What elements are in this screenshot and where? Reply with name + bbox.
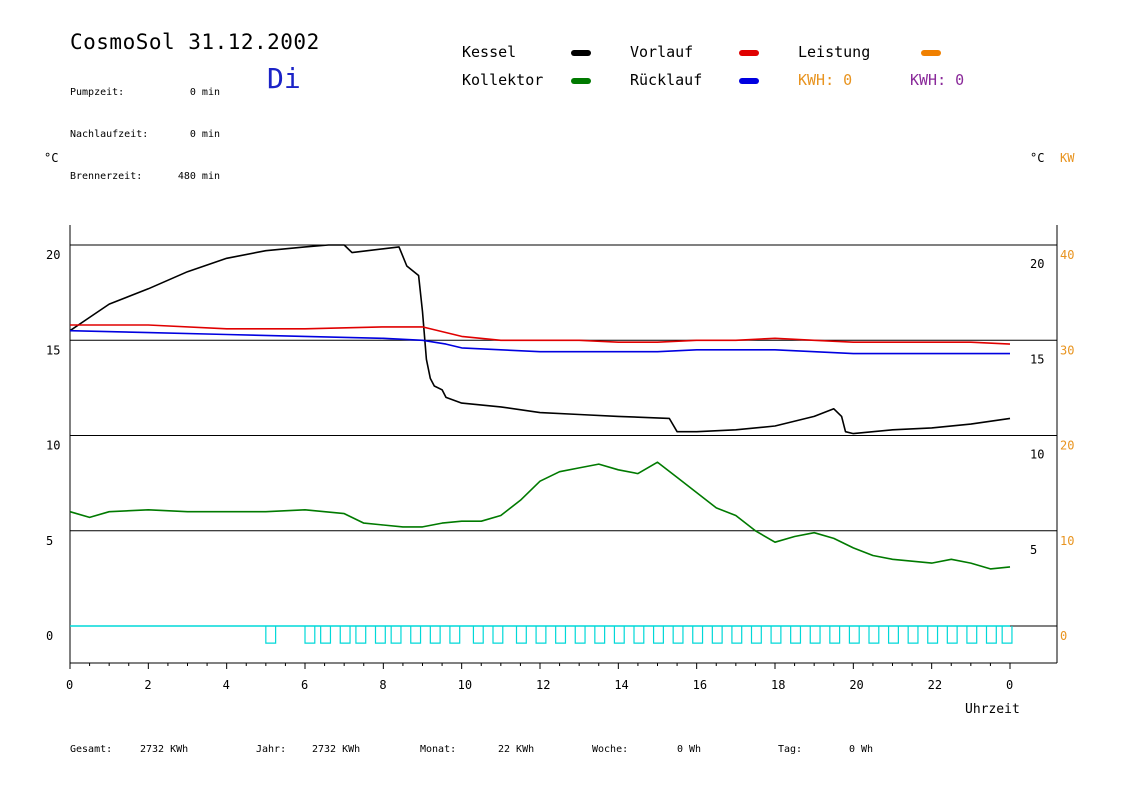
y-tick-label-kw: 30 [1060,343,1074,357]
leistung-pulse [633,626,645,644]
leistung-pulse [868,626,880,644]
leistung-pulse [492,626,504,644]
leistung-pulse [304,626,316,644]
leistung-pulse [966,626,978,644]
leistung-pulse [265,626,277,644]
footer-jahr-label: Jahr: [256,744,287,755]
leistung-pulse [692,626,704,644]
x-tick-label: 8 [379,678,386,692]
x-tick-label: 16 [693,678,707,692]
x-tick-label: 22 [928,678,942,692]
y-tick-label-left: 10 [46,439,60,453]
leistung-pulse [535,626,547,644]
y-tick-label-kw: 0 [1060,629,1067,643]
leistung-pulse [985,626,997,644]
y-tick-label-kw: 40 [1060,248,1074,262]
leistung-pulse [613,626,625,644]
leistung-pulse [555,626,567,644]
footer-woche-label: Woche: [592,744,629,755]
leistung-pulse [472,626,484,644]
x-tick-label: 14 [614,678,628,692]
y-tick-label-left: 5 [46,534,53,548]
leistung-pulse [355,626,367,644]
leistung-pulse [887,626,899,644]
x-tick-label: 2 [144,678,151,692]
leistung-pulse [594,626,606,644]
leistung-pulse [339,626,351,644]
y-tick-label-left: 20 [46,248,60,262]
x-tick-label: 0 [1006,678,1013,692]
x-tick-label: 6 [301,678,308,692]
footer-monat-value: 22 KWh [498,744,535,755]
y-tick-label-left: 15 [46,343,60,357]
leistung-pulse [390,626,402,644]
series-line-007a00 [69,461,1011,570]
leistung-pulse [1001,626,1013,644]
leistung-pulse [809,626,821,644]
leistung-pulse [515,626,527,644]
leistung-pulse [711,626,723,644]
leistung-pulse [731,626,743,644]
y-tick-label-right: 20 [1030,257,1044,271]
leistung-pulse [848,626,860,644]
chart-plot: 20 15 10 5 0 20 15 10 5 40 30 20 10 0 0 2 4 6 8 10 12 14 16 18 2… [46,225,1074,692]
footer-tag-label: Tag: [778,744,803,755]
footer-woche-value: 0 Wh [677,744,702,755]
leistung-pulse [790,626,802,644]
footer-tag-value: 0 Wh [849,744,874,755]
y-tick-label-kw: 10 [1060,534,1074,548]
leistung-pulse [672,626,684,644]
leistung-pulse [374,626,386,644]
leistung-pulse [907,626,919,644]
leistung-pulse [429,626,441,644]
footer-gesamt-label: Gesamt: [70,744,113,755]
leistung-pulse [770,626,782,644]
footer-gesamt-value: 2732 KWh [140,744,189,755]
x-tick-label: 12 [536,678,550,692]
y-tick-label-kw: 20 [1060,439,1074,453]
leistung-pulse [410,626,422,644]
y-tick-label-right: 15 [1030,352,1044,366]
leistung-pulse [750,626,762,644]
x-axis-label: Uhrzeit [965,702,1020,717]
leistung-pulse [320,626,332,644]
y-tick-label-right: 10 [1030,448,1044,462]
leistung-pulse [652,626,664,644]
y-tick-label-left: 0 [46,629,53,643]
leistung-pulse [927,626,939,644]
x-tick-label: 20 [849,678,863,692]
x-tick-label: 10 [458,678,472,692]
x-tick-label: 4 [223,678,230,692]
footer-jahr-value: 2732 KWh [312,744,361,755]
leistung-pulse [946,626,958,644]
leistung-pulse [574,626,586,644]
y-tick-label-right: 5 [1030,543,1037,557]
leistung-pulse [449,626,461,644]
leistung-pulse [829,626,841,644]
footer-monat-label: Monat: [420,744,457,755]
x-tick-label: 18 [771,678,785,692]
series-line-000000 [69,244,1011,435]
x-tick-label: 0 [66,678,73,692]
